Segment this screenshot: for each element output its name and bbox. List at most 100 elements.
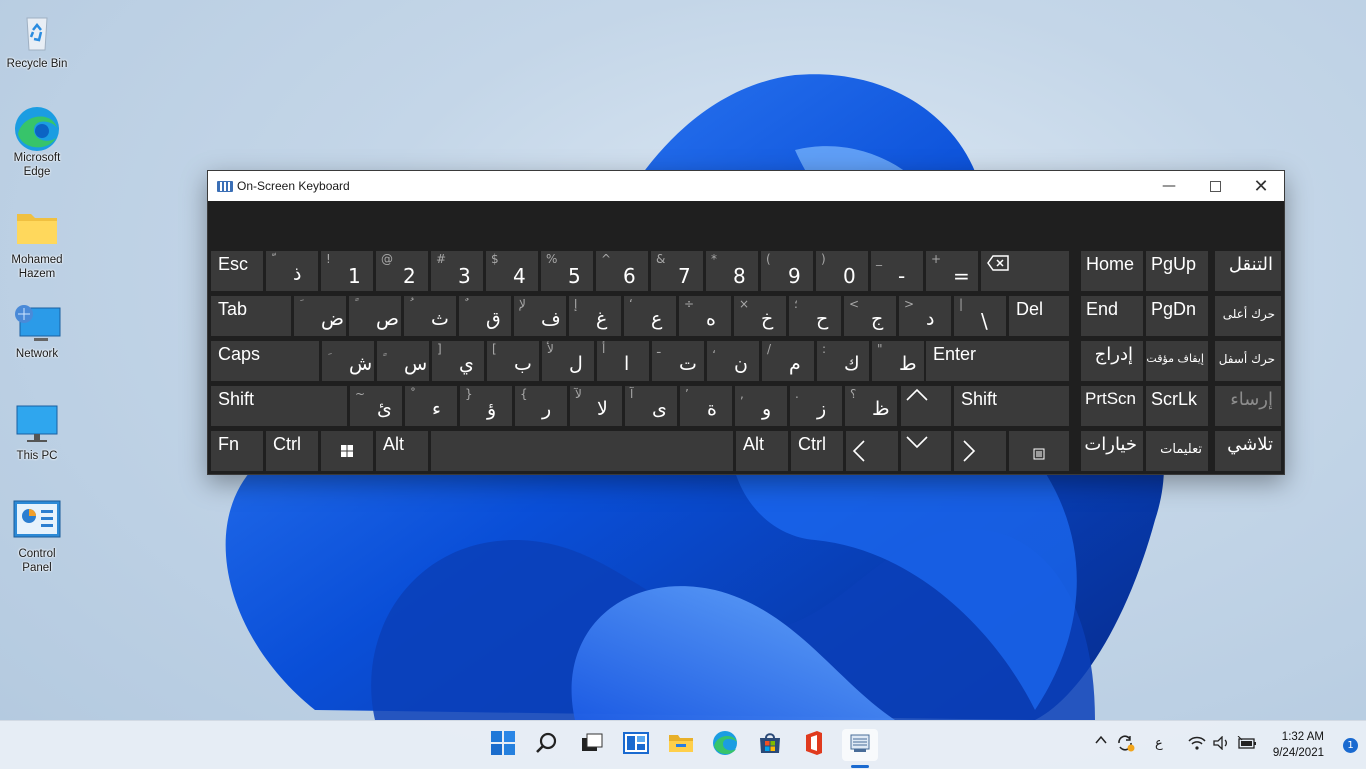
key-row2-5[interactable]: إغ bbox=[569, 296, 621, 336]
key-row2-4[interactable]: لإ ف bbox=[514, 296, 566, 336]
key-row1-0[interactable]: ّذ bbox=[266, 251, 318, 291]
key-row2-6[interactable]: ‘ع bbox=[624, 296, 676, 336]
key-move-down[interactable]: حرك أسفل bbox=[1215, 341, 1281, 381]
key-row3-3[interactable]: [ب bbox=[487, 341, 539, 381]
key-backspace[interactable] bbox=[981, 251, 1069, 291]
key-row2-11[interactable]: > د bbox=[899, 296, 951, 336]
key-shift-left[interactable]: Shift bbox=[211, 386, 347, 426]
key-row4-8[interactable]: .ز bbox=[790, 386, 842, 426]
desktop-icon-control-panel[interactable]: Control Panel bbox=[4, 500, 70, 575]
key-caps[interactable]: Caps bbox=[211, 341, 319, 381]
office-button[interactable] bbox=[798, 729, 830, 761]
key-row3-0[interactable]: ِش bbox=[322, 341, 374, 381]
key-end[interactable]: End bbox=[1081, 296, 1143, 336]
minimize-button[interactable]: — bbox=[1146, 171, 1192, 201]
key-move-up[interactable]: حرك أعلى bbox=[1215, 296, 1281, 336]
key-row3-4[interactable]: لأ ل bbox=[542, 341, 594, 381]
key-esc[interactable]: Esc bbox=[211, 251, 263, 291]
widgets-button[interactable] bbox=[620, 729, 652, 761]
key-windows[interactable] bbox=[321, 431, 373, 471]
key-row4-1[interactable]: ْء bbox=[405, 386, 457, 426]
key-ctrl-right[interactable]: Ctrl bbox=[791, 431, 843, 471]
key-space[interactable] bbox=[431, 431, 733, 471]
key-row2-0[interactable]: َض bbox=[294, 296, 346, 336]
key-arrow-up[interactable] bbox=[901, 386, 951, 426]
key-arrow-right[interactable] bbox=[954, 431, 1006, 471]
key-arrow-left[interactable] bbox=[846, 431, 898, 471]
key-row4-0[interactable]: ~ ئ bbox=[350, 386, 402, 426]
key-insert[interactable]: إدراج bbox=[1081, 341, 1143, 381]
key-del[interactable]: Del bbox=[1009, 296, 1069, 336]
key-pgdn[interactable]: PgDn bbox=[1146, 296, 1208, 336]
key-menu[interactable] bbox=[1009, 431, 1069, 471]
key-row1-8[interactable]: * 8 bbox=[706, 251, 758, 291]
key-row1-9[interactable]: (9 bbox=[761, 251, 813, 291]
key-prtscn[interactable]: PrtScn bbox=[1081, 386, 1143, 426]
osk-taskbar-button[interactable] bbox=[842, 729, 878, 761]
desktop-icon-network[interactable]: Network bbox=[4, 300, 70, 361]
wifi-button[interactable] bbox=[1188, 736, 1206, 754]
key-help[interactable]: تعليمات bbox=[1146, 431, 1208, 471]
key-scrlk[interactable]: ScrLk bbox=[1146, 386, 1208, 426]
key-row4-7[interactable]: ,و bbox=[735, 386, 787, 426]
key-row3-8[interactable]: / م bbox=[762, 341, 814, 381]
key-row1-3[interactable]: #3 bbox=[431, 251, 483, 291]
key-fade[interactable]: تلاشي bbox=[1215, 431, 1281, 471]
key-shift-right[interactable]: Shift bbox=[954, 386, 1069, 426]
key-pause[interactable]: إيقاف مؤقت bbox=[1146, 341, 1208, 381]
key-row2-12[interactable]: | \ bbox=[954, 296, 1006, 336]
store-button[interactable] bbox=[754, 729, 786, 761]
key-dock[interactable]: إرساء bbox=[1215, 386, 1281, 426]
key-row1-5[interactable]: % 5 bbox=[541, 251, 593, 291]
search-button[interactable] bbox=[531, 729, 563, 761]
key-row2-10[interactable]: < ج bbox=[844, 296, 896, 336]
key-row3-2[interactable]: ] ي bbox=[432, 341, 484, 381]
key-row1-2[interactable]: @2 bbox=[376, 251, 428, 291]
key-arrow-down[interactable] bbox=[901, 431, 951, 471]
key-row2-8[interactable]: × خ bbox=[734, 296, 786, 336]
key-row4-4[interactable]: لآ لا bbox=[570, 386, 622, 426]
show-hidden-icons-button[interactable] bbox=[1094, 733, 1108, 751]
clock[interactable]: 1:32 AM 9/24/2021 bbox=[1273, 729, 1324, 761]
key-row3-1[interactable]: ٍس bbox=[377, 341, 429, 381]
key-row4-6[interactable]: ’ ة bbox=[680, 386, 732, 426]
key-home[interactable]: Home bbox=[1081, 251, 1143, 291]
key-row2-2[interactable]: ُث bbox=[404, 296, 456, 336]
key-row1-6[interactable]: ^ 6 bbox=[596, 251, 648, 291]
key-ctrl-left[interactable]: Ctrl bbox=[266, 431, 318, 471]
key-row1-7[interactable]: & 7 bbox=[651, 251, 703, 291]
key-row2-9[interactable]: ؛ ح bbox=[789, 296, 841, 336]
key-enter[interactable]: Enter bbox=[926, 341, 1069, 381]
key-row1-10[interactable]: ) 0 bbox=[816, 251, 868, 291]
key-row2-3[interactable]: ٌق bbox=[459, 296, 511, 336]
battery-button[interactable] bbox=[1237, 735, 1257, 754]
key-row3-6[interactable]: ـت bbox=[652, 341, 704, 381]
key-row1-12[interactable]: + = bbox=[926, 251, 978, 291]
key-row2-7[interactable]: ÷ ه bbox=[679, 296, 731, 336]
desktop-icon-edge[interactable]: Microsoft Edge bbox=[4, 104, 70, 179]
edge-button[interactable] bbox=[709, 729, 741, 761]
key-alt-right[interactable]: Alt bbox=[736, 431, 788, 471]
key-row3-9[interactable]: :ك bbox=[817, 341, 869, 381]
key-row1-1[interactable]: ! 1 bbox=[321, 251, 373, 291]
desktop-icon-this-pc[interactable]: This PC bbox=[4, 402, 70, 463]
title-bar[interactable]: On-Screen Keyboard — ✕ bbox=[208, 171, 1284, 201]
key-nav[interactable]: التنقل bbox=[1215, 251, 1281, 291]
start-button[interactable] bbox=[487, 729, 519, 761]
key-options[interactable]: خيارات bbox=[1081, 431, 1143, 471]
key-tab[interactable]: Tab bbox=[211, 296, 291, 336]
desktop-icon-recycle-bin[interactable]: Recycle Bin bbox=[4, 10, 70, 71]
close-button[interactable]: ✕ bbox=[1238, 171, 1284, 201]
key-row1-11[interactable]: _ - bbox=[871, 251, 923, 291]
file-explorer-button[interactable] bbox=[665, 729, 697, 761]
key-row4-3[interactable]: {ر bbox=[515, 386, 567, 426]
key-row4-9[interactable]: ؟ ظ bbox=[845, 386, 897, 426]
key-row3-7[interactable]: ، ن bbox=[707, 341, 759, 381]
key-pgup[interactable]: PgUp bbox=[1146, 251, 1208, 291]
key-row3-10[interactable]: " ط bbox=[872, 341, 924, 381]
key-alt-left[interactable]: Alt bbox=[376, 431, 428, 471]
sync-button[interactable] bbox=[1116, 734, 1136, 756]
key-fn[interactable]: Fn bbox=[211, 431, 263, 471]
key-row4-5[interactable]: آى bbox=[625, 386, 677, 426]
notification-badge[interactable]: 1 bbox=[1343, 738, 1358, 753]
